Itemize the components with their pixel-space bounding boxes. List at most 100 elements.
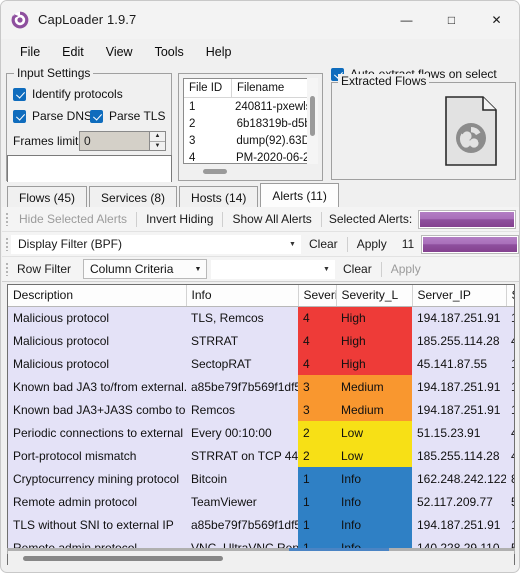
stepper-down-icon[interactable]: ▼ (150, 141, 165, 150)
table-row[interactable]: Malicious protocol STRRAT 4 High 185.255.114… (8, 329, 514, 352)
file-list-row[interactable]: 2 6b18319b-d5bf- (184, 115, 317, 132)
tab-strip: Flows (45) Services (8) Hosts (14) Alert… (1, 182, 519, 208)
tab-hosts[interactable]: Hosts (14) (179, 186, 259, 208)
table-row[interactable]: Malicious protocol TLS, Remcos 4 High 194.18… (8, 306, 514, 329)
table-row[interactable]: Remote admin protocol TeamViewer 1 Info 52.1… (8, 490, 514, 513)
column-criteria-select[interactable]: Column Criteria ▼ (83, 259, 208, 279)
file-list-panel: File ID Filename 1 240811-pxewlstg 2 6b1… (178, 73, 323, 181)
parse-dns-checkbox[interactable]: Parse DNS (13, 109, 92, 123)
checkbox-icon (13, 109, 26, 123)
alert-severity-level: Medium (336, 398, 412, 421)
tab-flows[interactable]: Flows (45) (7, 186, 88, 208)
file-list-row[interactable]: 1 240811-pxewlstg (184, 98, 317, 115)
column-header-severity[interactable]: Severi (298, 285, 337, 307)
stepper-arrows[interactable]: ▲ ▼ (149, 132, 165, 150)
column-header-server-ip[interactable]: Server_IP (412, 285, 507, 307)
alert-info: STRRAT on TCP 443 (186, 444, 298, 467)
alert-server-port: 443 (506, 329, 514, 352)
table-header-row: Description Info Severi Severity_L Serve… (8, 285, 514, 307)
file-list-row[interactable]: 4 PM-2020-06-26. (184, 149, 317, 164)
file-list-header: File ID Filename (184, 79, 317, 98)
identify-protocols-label: Identify protocols (32, 87, 123, 101)
selected-alerts-progress[interactable] (418, 209, 517, 229)
toolbar-grip[interactable] (2, 257, 11, 281)
alerts-table[interactable]: Description Info Severi Severity_L Serve… (7, 284, 515, 565)
table-row[interactable]: Periodic connections to external ... Ever… (8, 421, 514, 444)
file-id: 1 (189, 100, 196, 113)
table-row[interactable]: Known bad JA3 to/from external... a85be79… (8, 375, 514, 398)
file-name: PM-2020-06-26. (235, 151, 317, 164)
scrollbar-thumb[interactable] (203, 169, 227, 174)
document-recycle-icon[interactable] (445, 96, 497, 166)
display-filter-clear-button[interactable]: Clear (301, 234, 346, 255)
display-filter-progress[interactable] (421, 234, 519, 254)
tab-alerts[interactable]: Alerts (11) (260, 183, 339, 208)
row-filter-input[interactable]: ▼ (211, 259, 336, 279)
invert-hiding-button[interactable]: Invert Hiding (138, 209, 221, 230)
file-list-row[interactable]: 3 dump(92).63DD (184, 132, 317, 149)
display-filter-input[interactable]: Display Filter (BPF) ▼ (11, 234, 301, 254)
parse-tls-checkbox[interactable]: Parse TLS (90, 109, 165, 123)
chevron-down-icon[interactable]: ▼ (190, 266, 206, 273)
alert-description: Malicious protocol (8, 352, 186, 375)
alert-info: TeamViewer (186, 490, 298, 513)
column-header-description[interactable]: Description (8, 285, 187, 307)
scrollbar-thumb[interactable] (23, 556, 223, 561)
file-name: 6b18319b-d5bf- (236, 117, 317, 130)
toolbar-grip[interactable] (2, 207, 11, 231)
row-filter-apply-button[interactable]: Apply (383, 259, 429, 280)
maximize-button[interactable]: □ (429, 1, 474, 39)
toolbar-separator (380, 261, 382, 277)
menu-tools[interactable]: Tools (144, 42, 195, 62)
minimize-button[interactable]: — (384, 1, 429, 39)
checkbox-icon (90, 109, 103, 123)
frames-limit-stepper[interactable]: 0 ▲ ▼ (79, 131, 166, 151)
identify-protocols-checkbox[interactable]: Identify protocols (13, 87, 123, 101)
file-name: 240811-pxewlstg (234, 100, 317, 113)
chevron-down-icon[interactable]: ▼ (285, 241, 300, 248)
alert-severity: 2 (298, 444, 336, 467)
alert-server-port: 12603 (506, 306, 514, 329)
menu-edit[interactable]: Edit (51, 42, 95, 62)
alert-server-ip: 162.248.242.122 (412, 467, 506, 490)
table-row[interactable]: Known bad JA3+JA3S combo to... Remcos 3 Med… (8, 398, 514, 421)
alert-severity: 1 (298, 513, 336, 536)
table-row[interactable]: Malicious protocol SectopRAT 4 High 45.141.8… (8, 352, 514, 375)
file-list-vertical-scrollbar[interactable] (307, 78, 318, 164)
upper-panel: Input Settings Identify protocols Parse … (1, 65, 519, 188)
menu-help[interactable]: Help (195, 42, 243, 62)
alert-server-ip: 194.187.251.91 (412, 375, 506, 398)
file-id: 3 (189, 134, 196, 147)
alert-severity-level: High (336, 306, 412, 329)
table-row[interactable]: TLS without SNI to external IP a85be79f7b… (8, 513, 514, 536)
alert-info: Remcos (186, 398, 298, 421)
row-filter-clear-button[interactable]: Clear (335, 259, 380, 280)
alert-server-port: 5938 (506, 490, 514, 513)
display-filter-apply-button[interactable]: Apply (349, 234, 395, 255)
alert-severity-level: Info (336, 490, 412, 513)
alert-description: TLS without SNI to external IP (8, 513, 186, 536)
menu-file[interactable]: File (9, 42, 51, 62)
alerts-grid: Description Info Severi Severity_L Serve… (8, 285, 514, 559)
table-horizontal-scrollbar[interactable] (8, 551, 514, 566)
tab-services[interactable]: Services (8) (89, 186, 178, 208)
column-header-server-port[interactable]: Server (506, 285, 514, 307)
show-all-alerts-button[interactable]: Show All Alerts (224, 209, 319, 230)
stepper-up-icon[interactable]: ▲ (150, 132, 165, 142)
display-filter-toolbar: Display Filter (BPF) ▼ Clear Apply 11 (2, 232, 519, 257)
hide-selected-alerts-button[interactable]: Hide Selected Alerts (11, 209, 135, 230)
close-button[interactable]: ✕ (474, 1, 519, 39)
alert-description: Cryptocurrency mining protocol (8, 467, 186, 490)
parse-dns-label: Parse DNS (32, 109, 93, 123)
column-header-severity-level[interactable]: Severity_L (336, 285, 413, 307)
table-row[interactable]: Port-protocol mismatch STRRAT on TCP 443 2… (8, 444, 514, 467)
file-list-horizontal-scrollbar[interactable] (183, 166, 318, 177)
table-row[interactable]: Cryptocurrency mining protocol Bitcoin 1 In… (8, 467, 514, 490)
chevron-down-icon[interactable]: ▼ (319, 266, 334, 273)
alert-description: Malicious protocol (8, 329, 186, 352)
toolbar-grip[interactable] (2, 232, 11, 256)
column-header-info[interactable]: Info (186, 285, 299, 307)
file-list-grid[interactable]: File ID Filename 1 240811-pxewlstg 2 6b1… (183, 78, 318, 164)
scrollbar-thumb[interactable] (310, 96, 315, 136)
menu-view[interactable]: View (95, 42, 144, 62)
